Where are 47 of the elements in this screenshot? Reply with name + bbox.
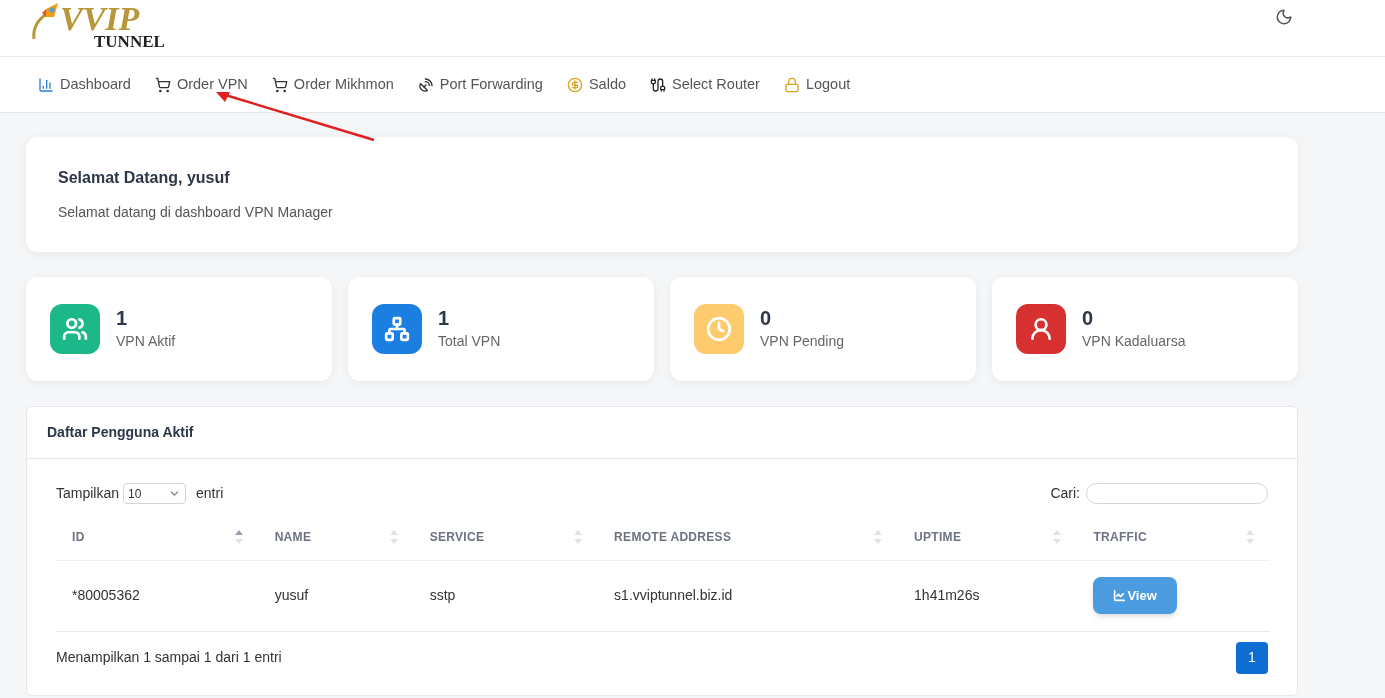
- cart-icon: [271, 76, 288, 93]
- nav-link[interactable]: Saldo: [566, 73, 627, 96]
- logo-subtitle: TUNNEL: [94, 34, 165, 50]
- stat-label: VPN Pending: [760, 332, 845, 351]
- cart-icon: [154, 76, 171, 93]
- welcome-title: Selamat Datang, yusuf: [58, 168, 231, 188]
- table-cell: s1.vviptunnel.biz.id: [614, 587, 733, 603]
- column-header[interactable]: NAME: [274, 527, 312, 546]
- card-title: Daftar Pengguna Aktif: [47, 423, 194, 442]
- logo[interactable]: VVIP TUNNEL: [28, 3, 178, 53]
- table-cell: *80005362: [72, 587, 140, 603]
- column-header[interactable]: REMOTE ADDRESS: [614, 527, 732, 546]
- column-header[interactable]: TRAFFIC: [1093, 527, 1147, 546]
- stat-value: 1: [438, 306, 451, 331]
- length-select[interactable]: 10: [123, 483, 187, 504]
- table-cell: sstp: [429, 587, 456, 603]
- page-button[interactable]: 1: [1236, 641, 1268, 674]
- column-header[interactable]: UPTIME: [914, 527, 962, 546]
- cable-icon: [650, 76, 667, 93]
- welcome-text: Selamat datang di dashboard VPN Manager: [58, 203, 334, 222]
- stat-label: VPN Aktif: [116, 332, 176, 351]
- nav-link[interactable]: Port Forwarding: [417, 73, 543, 96]
- bar-chart-icon: [38, 76, 54, 93]
- stat-value: 0: [760, 306, 773, 331]
- search-label: Cari:: [1050, 484, 1080, 503]
- stat-value: 0: [1082, 306, 1095, 331]
- nav-link[interactable]: Order Mikhmon: [271, 73, 394, 96]
- stat-label: VPN Kadaluarsa: [1082, 332, 1186, 351]
- stat-label: Total VPN: [438, 332, 501, 351]
- length-suffix: entri: [196, 484, 224, 503]
- logo-word: VVIP: [60, 4, 140, 33]
- nav-link[interactable]: Order VPN: [154, 73, 248, 96]
- table-cell: yusuf: [274, 587, 309, 603]
- satellite-dish-icon: [417, 76, 434, 93]
- nav-link[interactable]: Select Router: [650, 73, 760, 96]
- nav-link[interactable]: Logout: [783, 73, 851, 96]
- search-field[interactable]: [1086, 483, 1268, 504]
- dark-mode-icon[interactable]: [1275, 8, 1293, 26]
- table-info: Menampilkan 1 sampai 1 dari 1 entri: [56, 648, 282, 667]
- stat-value: 1: [116, 306, 129, 331]
- column-header[interactable]: SERVICE: [429, 527, 485, 546]
- column-header[interactable]: ID: [72, 527, 85, 546]
- length-label: Tampilkan: [56, 484, 120, 503]
- line-chart-icon: [1113, 589, 1127, 602]
- nav-link[interactable]: Dashboard: [38, 73, 131, 96]
- table-cell: 1h41m26s: [914, 587, 980, 603]
- lock-icon: [783, 76, 800, 93]
